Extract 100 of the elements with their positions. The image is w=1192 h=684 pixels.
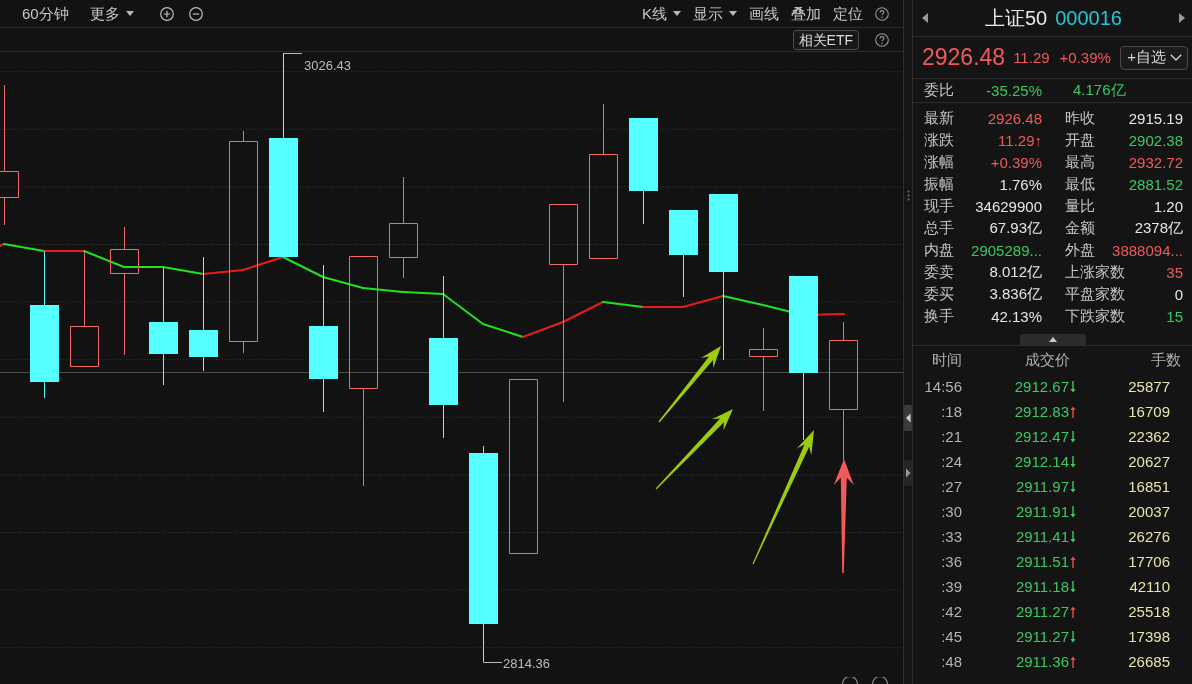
field-label: 振幅 — [924, 174, 954, 194]
price-cell: 2912.14 — [1014, 453, 1069, 470]
field-label: 换手 — [924, 306, 954, 326]
field-value: 8.012亿 — [989, 262, 1042, 282]
caret-down-icon — [125, 11, 134, 16]
triangle-left-icon[interactable] — [904, 405, 912, 431]
volume-cell-text: 16851 — [1127, 478, 1170, 495]
triangle-left-icon[interactable] — [922, 13, 928, 23]
volume-cell-text: 26276 — [1127, 528, 1170, 545]
volume-cell-text: 20037 — [1127, 503, 1170, 520]
field-value: +0.39% — [990, 153, 1042, 171]
price-change: 11.29 — [1013, 49, 1050, 66]
field-label: 下跌家数 — [1065, 306, 1125, 326]
high-price-label: 3026.43 — [304, 58, 351, 73]
field-value: 2905289... — [971, 241, 1042, 259]
field-value: 3888094... — [1112, 241, 1183, 259]
field-label: 上涨家数 — [1065, 262, 1125, 282]
field-value: 11.29↑ — [998, 131, 1042, 149]
field-label: 外盘 — [1065, 240, 1095, 260]
help-icon[interactable] — [875, 6, 889, 21]
time-cell-text: :48 — [940, 653, 962, 670]
field-label: 最高 — [1065, 152, 1095, 172]
chevron-down-icon — [1170, 54, 1182, 61]
field-label: 内盘 — [924, 240, 954, 260]
field-label: 金额 — [1065, 218, 1095, 238]
dropdown-button[interactable]: 显示 — [693, 4, 737, 23]
column-header: 手数 — [1150, 350, 1181, 370]
triangle-right-icon[interactable] — [1179, 13, 1185, 23]
index-name: 上证50 — [985, 5, 1048, 31]
etf-button[interactable]: 相关ETF — [792, 29, 859, 50]
watchlist-button[interactable]: +自选 — [1120, 45, 1188, 70]
field-label: 最新 — [924, 108, 954, 128]
field-label: 涨幅 — [924, 152, 954, 172]
volume-cell-text: 16709 — [1127, 403, 1170, 420]
last-price: 2926.48 — [922, 44, 1006, 71]
field-value: 0 — [1174, 285, 1183, 303]
time-cell-text: :21 — [940, 428, 962, 445]
field-value: 1.20 — [1153, 197, 1183, 215]
time-cell-text: :42 — [940, 603, 962, 620]
time-cell-text: :39 — [940, 578, 962, 595]
field-label: 现手 — [924, 196, 954, 216]
volume-cell-text: 25877 — [1127, 378, 1170, 395]
field-value: 15 — [1166, 307, 1183, 325]
index-code: 000016 — [1055, 6, 1122, 30]
field-value: 1.76% — [999, 175, 1042, 193]
caret-down-icon — [673, 11, 681, 16]
triangle-right-icon[interactable] — [904, 460, 912, 486]
volume-cell-text: 17398 — [1127, 628, 1170, 645]
price-cell: 2911.41 — [1015, 528, 1069, 545]
toolbar-button[interactable]: 60分钟 — [22, 4, 69, 23]
dropdown-button[interactable]: 更多 — [89, 4, 134, 23]
price-cell: 2911.27 — [1015, 603, 1069, 620]
leader-line — [283, 53, 303, 54]
volume-cell-text: 25518 — [1127, 603, 1170, 620]
field-label: 昨收 — [1065, 108, 1095, 128]
price-cell: 2911.51 — [1015, 553, 1069, 570]
time-cell-text: 14:56 — [923, 378, 962, 395]
field-value: 2926.48 — [987, 109, 1042, 127]
grip-icon[interactable] — [906, 190, 910, 201]
field-value: 34629900 — [975, 197, 1042, 215]
toolbar-button[interactable]: 叠加 — [791, 4, 821, 23]
time-cell-text: :24 — [940, 453, 962, 470]
minus-circle-icon[interactable] — [188, 6, 203, 21]
low-price-label: 2814.36 — [503, 655, 550, 671]
column-header: 时间 — [931, 350, 962, 370]
field-value: 2902.38 — [1128, 131, 1183, 149]
toolbar-button[interactable]: 画线 — [749, 4, 779, 23]
price-cell: 2911.27 — [1015, 628, 1069, 645]
field-value: 67.93亿 — [989, 218, 1042, 238]
volume-cell-text: 26685 — [1127, 653, 1170, 670]
price-cell: 2912.47 — [1014, 428, 1069, 445]
field-value: 35 — [1166, 263, 1183, 281]
time-cell-text: :33 — [940, 528, 962, 545]
percent-change: +0.39% — [1059, 49, 1111, 66]
help-icon[interactable] — [875, 32, 889, 47]
time-cell-text: :45 — [940, 628, 962, 645]
field-label: 量比 — [1065, 196, 1095, 216]
price-cell: 2911.18 — [1015, 578, 1069, 595]
field-value: 3.836亿 — [989, 284, 1042, 304]
field-value: 2932.72 — [1128, 153, 1183, 171]
field-label: 平盘家数 — [1065, 284, 1125, 304]
time-cell-text: :30 — [940, 503, 962, 520]
field-value: 2378亿 — [1134, 218, 1183, 238]
field-label: 委卖 — [924, 262, 954, 282]
triangle-up-icon — [1048, 337, 1057, 342]
toolbar-button[interactable]: 定位 — [833, 4, 863, 23]
time-cell-text: :36 — [940, 553, 962, 570]
collapse-tab[interactable] — [1019, 334, 1086, 345]
field-label: 总手 — [924, 218, 954, 238]
field-label: 委比 — [924, 81, 954, 100]
field-value: 2881.52 — [1128, 175, 1183, 193]
field-value: 42.13% — [991, 307, 1042, 325]
leader-line — [483, 662, 503, 663]
price-cell: 2911.91 — [1015, 503, 1069, 520]
price-cell: 2912.67 — [1014, 378, 1069, 395]
plus-circle-icon[interactable] — [159, 6, 174, 21]
time-cell-text: :18 — [940, 403, 962, 420]
field-label: 涨跌 — [924, 130, 954, 150]
column-header: 成交价 — [1024, 350, 1071, 370]
dropdown-button[interactable]: K线 — [642, 4, 681, 23]
